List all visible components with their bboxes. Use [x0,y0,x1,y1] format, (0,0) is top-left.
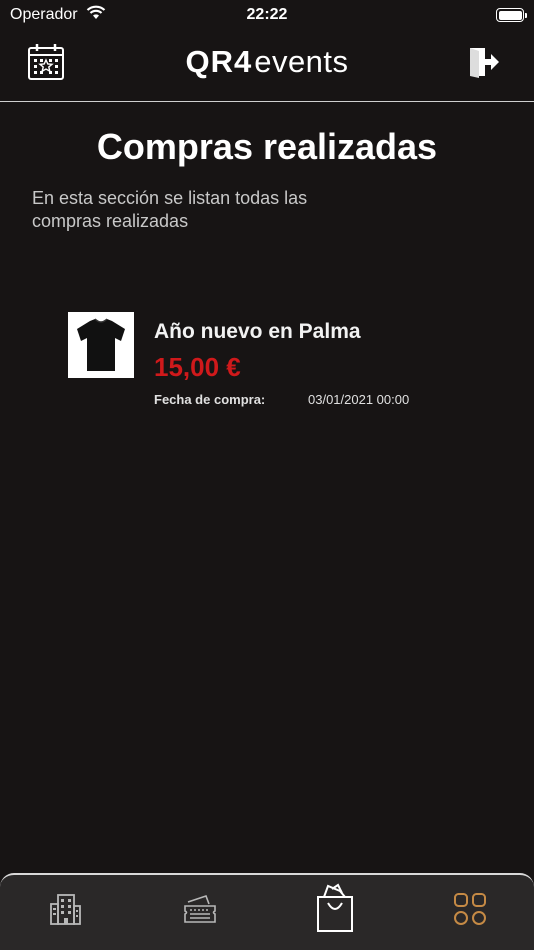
logo-bold: QR4 [185,44,253,79]
purchase-price: 15,00 € [154,352,241,382]
purchase-title: Año nuevo en Palma [154,320,361,343]
status-bar: Operador 22:22 [0,0,534,30]
page-title: Compras realizadas [96,126,438,167]
grid-icon [453,892,487,931]
tab-buildings[interactable] [45,889,85,933]
purchase-date-label: Fecha de compra: [154,392,266,407]
purchase-item[interactable]: Año nuevo en Palma 15,00 € Fecha de comp… [68,312,468,412]
logo-light: events [254,44,349,79]
battery-icon [496,8,527,22]
building-icon [48,892,82,931]
tshirt-image [68,312,134,378]
app-logo: QR4events [0,44,534,80]
logout-icon [467,45,501,84]
tab-purchases[interactable] [314,883,356,938]
shopping-bag-icon [314,883,356,938]
app-header: QR4events [0,30,534,102]
page-description: En esta sección se listan todas las comp… [32,188,308,231]
tab-tickets[interactable] [180,889,220,933]
carrier-label: Operador [10,6,78,23]
ticket-icon [182,892,218,931]
purchase-date-value: 03/01/2021 00:00 [308,392,410,407]
tab-menu[interactable] [450,889,490,933]
wifi-icon [86,5,106,25]
tab-bar [0,873,534,950]
logout-button[interactable] [464,44,504,84]
